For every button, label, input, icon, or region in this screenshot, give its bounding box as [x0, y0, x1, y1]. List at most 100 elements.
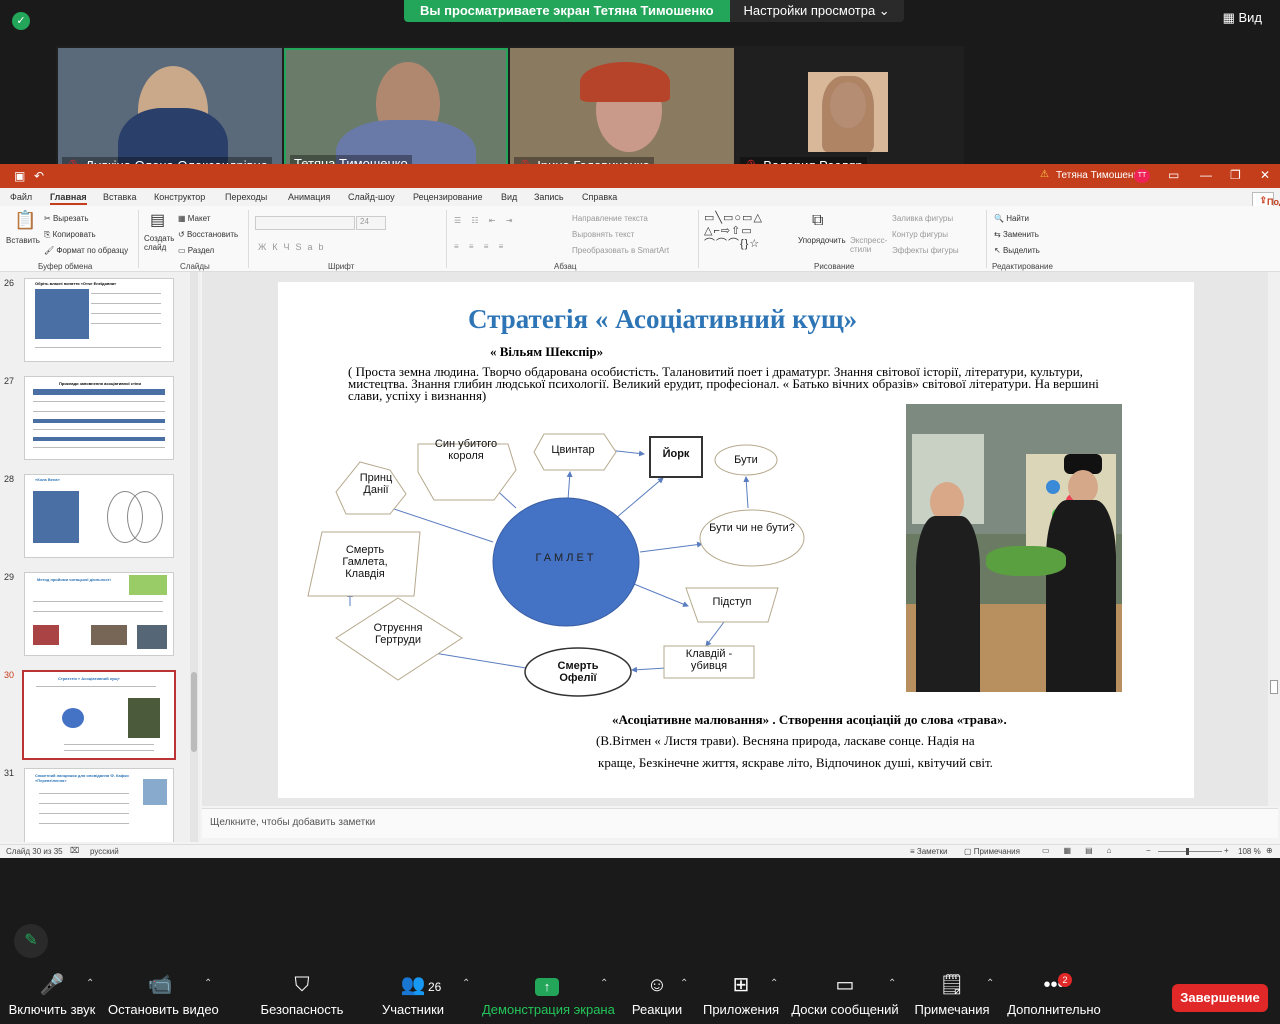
menu-file[interactable]: Файл [10, 192, 32, 202]
reactions-button[interactable]: ☺ Реакции [628, 960, 686, 1024]
font-name-field[interactable] [255, 216, 355, 230]
font-style-buttons[interactable]: ЖКЧSab [258, 242, 330, 252]
thumbnail-slide[interactable]: Метод прийоми читацької діяльності [24, 572, 174, 656]
replace-button[interactable]: ⇆ Заменить [994, 230, 1039, 239]
comments-button[interactable]: ▢ Примечания [964, 847, 1020, 856]
menu-slideshow[interactable]: Слайд-шоу [348, 192, 395, 202]
new-slide-button[interactable]: Создать слайд [144, 234, 176, 252]
video-tile-active[interactable]: Тетяна Тимошенко [284, 48, 508, 176]
thumbnail-slide-selected[interactable]: Стратегія « Асоціативний кущ» [22, 670, 176, 760]
notes-options-chevron[interactable]: ⌃ [986, 978, 994, 989]
align-buttons[interactable]: ≡ ≡ ≡ ≡ [454, 242, 507, 251]
paste-icon[interactable]: 📋 [14, 210, 36, 231]
arrange-icon[interactable]: ⧉ [812, 212, 823, 230]
shapes-gallery[interactable]: ▭╲▭○▭△ △⌐⇨⇧▭ ⌒⌒⌒{}☆ [704, 212, 792, 251]
video-options-chevron[interactable]: ⌃ [204, 978, 212, 989]
text-direction-button[interactable]: Направление текста [572, 214, 648, 223]
thumbnail-slide[interactable]: Обрiть власнi поняття «Отче Енеїдовна» [24, 278, 174, 362]
shape-fill-button[interactable]: Заливка фигуры [892, 214, 953, 223]
apps-button[interactable]: ⊞ Приложения [700, 960, 782, 1024]
thumbnail-slide[interactable]: Сюжетний ланцюжок для оповідання Ф. Кафк… [24, 768, 174, 842]
paste-button[interactable]: Вставить [6, 236, 40, 245]
view-mode-buttons[interactable]: ▭▦▤⌂ [1042, 846, 1126, 855]
reset-button[interactable]: ↺ Восстановить [178, 230, 238, 239]
slide-caption[interactable]: (В.Вітмен « Листя трави). Весняна природ… [596, 733, 975, 749]
close-icon[interactable]: ✕ [1260, 168, 1270, 182]
accessibility-icon[interactable]: ⌧ [70, 846, 79, 855]
zoom-level[interactable]: 108 % [1238, 847, 1261, 856]
video-tile[interactable]: 🎙Ірина Годовиченко [510, 48, 734, 176]
shape-effects-button[interactable]: Эффекты фигуры [892, 246, 959, 255]
user-name[interactable]: Тетяна Тимошенко [1056, 170, 1143, 181]
font-size-field[interactable]: 24 [356, 216, 386, 230]
participants-options-chevron[interactable]: ⌃ [462, 978, 470, 989]
list-buttons[interactable]: ☰ ☷ ⇤ ⇥ [454, 216, 516, 225]
format-painter-button[interactable]: 🖌 Формат по образцу [44, 246, 128, 255]
cut-button[interactable]: ✂ Вырезать [44, 214, 89, 223]
quick-styles-button[interactable]: Экспресс-стили [850, 236, 887, 254]
ribbon-display-icon[interactable]: ▭ [1168, 168, 1179, 182]
zoom-slider[interactable] [1158, 848, 1222, 855]
undo-icon[interactable]: ↶ [34, 169, 44, 183]
video-tile[interactable]: 🎙Дудкіна Олена Олександрівна [58, 48, 282, 176]
security-shield-icon[interactable]: ✓ [12, 12, 30, 30]
arrange-button[interactable]: Упорядочить [798, 236, 846, 245]
audio-options-chevron[interactable]: ⌃ [86, 978, 94, 989]
language-label[interactable]: русский [90, 847, 119, 856]
notes-placeholder: Щелкните, чтобы добавить заметки [210, 817, 376, 828]
share-screen-button[interactable]: ↑ Демонстрация экрана [482, 960, 615, 1024]
apps-options-chevron[interactable]: ⌃ [770, 978, 778, 989]
thumbnail-slide[interactable]: Приклади заповнення асоціативної стіни [24, 376, 174, 460]
notes-button-zoom[interactable]: 🗒 Примечания [914, 960, 990, 1024]
reactions-options-chevron[interactable]: ⌃ [680, 978, 688, 989]
menu-view[interactable]: Вид [501, 192, 517, 202]
classroom-photo[interactable] [906, 404, 1122, 692]
menu-help[interactable]: Справка [582, 192, 617, 202]
more-button[interactable]: ••• Дополнительно [1006, 960, 1102, 1024]
find-button[interactable]: 🔍 Найти [994, 214, 1029, 223]
fit-slide-icon[interactable]: ⊕ [1266, 846, 1273, 855]
menu-home[interactable]: Главная [50, 192, 87, 205]
share-options-chevron[interactable]: ⌃ [600, 978, 608, 989]
notes-pane[interactable]: Щелкните, чтобы добавить заметки [202, 808, 1278, 838]
menu-animation[interactable]: Анимация [288, 192, 330, 202]
copy-button[interactable]: ⎘ Копировать [44, 230, 96, 240]
unmute-button[interactable]: 🎤 Включить звук [6, 960, 98, 1024]
view-button[interactable]: ▦ Вид [1223, 10, 1262, 26]
thumbnail-slide[interactable]: «Кола Вена» [24, 474, 174, 558]
whiteboards-options-chevron[interactable]: ⌃ [888, 978, 896, 989]
zoom-out-icon[interactable]: − [1146, 846, 1151, 855]
annotate-pencil-icon[interactable]: ✎ [14, 924, 48, 958]
minimize-icon[interactable]: — [1200, 168, 1212, 182]
menu-transitions[interactable]: Переходы [225, 192, 267, 202]
slide-scrollbar[interactable] [1268, 272, 1280, 806]
whiteboards-button[interactable]: ▭ Доски сообщений [790, 960, 900, 1024]
end-meeting-button[interactable]: Завершение [1172, 984, 1268, 1012]
stop-video-button[interactable]: 📹 Остановить видео [108, 960, 219, 1024]
notes-button[interactable]: ≡ Заметки [910, 847, 948, 856]
thumb-number: 26 [4, 278, 15, 288]
layout-button[interactable]: ▦ Макет [178, 214, 210, 223]
save-icon[interactable]: ▣ [14, 169, 25, 183]
menu-insert[interactable]: Вставка [103, 192, 136, 202]
slide-editor: Стратегія « Асоціативний кущ» « Вільям Ш… [202, 272, 1268, 806]
view-settings-button[interactable]: Настройки просмотра ⌄ [729, 0, 904, 22]
menu-record[interactable]: Запись [534, 192, 564, 202]
new-slide-icon[interactable]: ▤ [150, 210, 165, 230]
menu-design[interactable]: Конструктор [154, 192, 205, 202]
security-button[interactable]: ⛉ Безопасность [258, 960, 346, 1024]
menu-review[interactable]: Рецензирование [413, 192, 483, 202]
thumbnail-scrollbar[interactable] [190, 272, 198, 842]
slide-caption[interactable]: «Асоціативне малювання» . Створення асоц… [612, 712, 1007, 728]
shape-outline-button[interactable]: Контур фигуры [892, 230, 948, 239]
user-avatar[interactable]: TT [1134, 169, 1150, 183]
section-button[interactable]: ▭ Раздел [178, 246, 214, 255]
align-text-button[interactable]: Выровнять текст [572, 230, 634, 239]
select-button[interactable]: ↖ Выделить [994, 246, 1040, 255]
restore-icon[interactable]: ❐ [1230, 168, 1241, 182]
smartart-button[interactable]: Преобразовать в SmartArt [572, 246, 669, 255]
slide-caption[interactable]: краще, Безкінечне життя, яскраве літо, В… [598, 755, 993, 771]
current-slide[interactable]: Стратегія « Асоціативний кущ» « Вільям Ш… [278, 282, 1194, 798]
video-tile[interactable]: 🎙Валерия Ресляр [736, 48, 960, 176]
zoom-in-icon[interactable]: + [1224, 846, 1229, 855]
